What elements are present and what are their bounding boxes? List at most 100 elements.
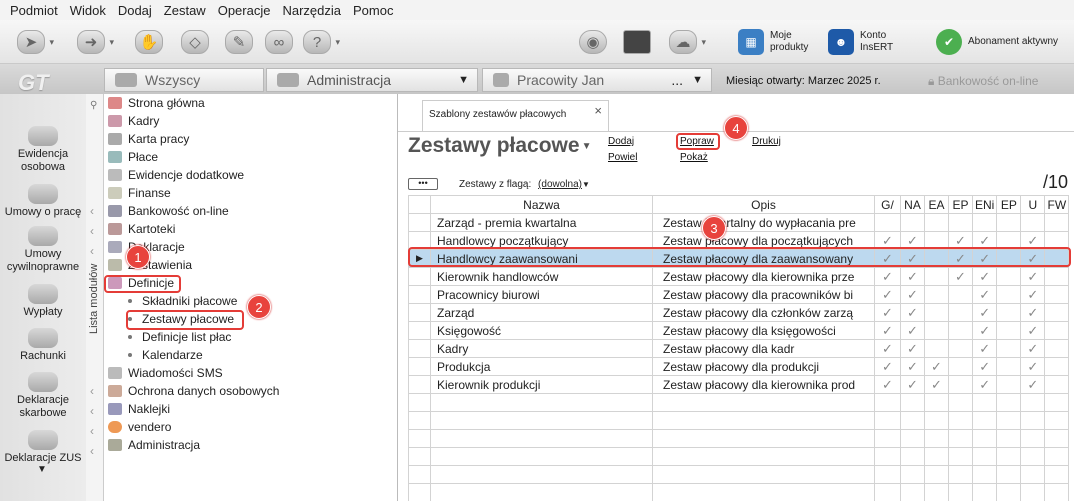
tab-pracownik[interactable]: Pracowity Jan... ▼ — [482, 68, 712, 92]
document-tab[interactable]: Szablony zestawów płacowych × — [422, 100, 609, 132]
bankowosc-online[interactable]: 🔒︎ Bankowość on-line — [928, 74, 1038, 89]
pokaz-link[interactable]: Pokaż — [680, 152, 708, 163]
cell-flag[interactable] — [1044, 303, 1070, 322]
check-icon[interactable]: ✓ — [900, 339, 925, 358]
check-icon[interactable]: ✓ — [948, 267, 973, 286]
cell-flag[interactable] — [1044, 285, 1070, 304]
cell-flag[interactable] — [924, 267, 949, 286]
menu-narzedzia[interactable]: Narzędzia — [282, 3, 341, 18]
cell-flag[interactable] — [996, 357, 1022, 376]
cell-flag[interactable] — [971, 213, 998, 232]
check-icon[interactable]: ✓ — [874, 285, 901, 304]
nav-ewidencja-osobowa[interactable]: Ewidencja osobowa — [0, 126, 86, 174]
menu-operacje[interactable]: Operacje — [218, 3, 271, 18]
cloud-icon[interactable]: ☁ ▾ — [666, 27, 706, 57]
table-row[interactable]: Zarząd - premia kwartalna Zestaw kwartaln… — [408, 213, 1070, 232]
nav-deklaracje-skarbowe[interactable]: Deklaracje skarbowe — [0, 372, 86, 420]
column-header[interactable]: FW — [1044, 195, 1070, 214]
chevron-left-icon[interactable]: ‹ — [90, 384, 94, 398]
modules-collapse-bar[interactable]: ‹ ‹ ‹ Lista modułów ‹ ‹ ‹ ‹ — [86, 94, 104, 501]
cell-flag[interactable] — [996, 303, 1022, 322]
cell-flag[interactable] — [948, 357, 973, 376]
check-icon[interactable]: ✓ — [1020, 375, 1046, 394]
cell-flag[interactable] — [1044, 213, 1070, 232]
chevron-left-icon[interactable]: ‹ — [90, 444, 94, 458]
column-header[interactable]: Nazwa — [430, 195, 653, 214]
cell-flag[interactable] — [1044, 357, 1070, 376]
tree-kadry[interactable]: Kadry — [108, 112, 159, 130]
cell-flag[interactable] — [948, 285, 973, 304]
menu-dodaj[interactable]: Dodaj — [118, 3, 152, 18]
cell-nazwa[interactable]: Kierownik produkcji — [430, 375, 653, 394]
check-icon[interactable]: ✓ — [971, 267, 998, 286]
cell-flag[interactable] — [996, 375, 1022, 394]
check-icon[interactable]: ✓ — [1020, 339, 1046, 358]
cell-flag[interactable] — [996, 213, 1022, 232]
tree-ewidencje-dodatkowe[interactable]: Ewidencje dodatkowe — [108, 166, 244, 184]
table-row[interactable]: Zarząd Zestaw płacowy dla członków zarzą ✓… — [408, 303, 1070, 322]
check-icon[interactable]: ✓ — [1020, 267, 1046, 286]
tree-skladniki-placowe[interactable]: Składniki płacowe — [128, 292, 237, 310]
globe-icon[interactable]: ◉ — [576, 27, 610, 57]
pin-icon[interactable]: ⚲ — [90, 100, 97, 111]
menu-podmiot[interactable]: Podmiot — [10, 3, 58, 18]
cell-opis[interactable]: Zestaw płacowy dla członków zarzą — [652, 303, 875, 322]
check-icon[interactable]: ✓ — [1020, 321, 1046, 340]
page-title[interactable]: Zestawy płacowe ▼ — [408, 134, 591, 158]
cell-flag[interactable] — [948, 339, 973, 358]
link-icon[interactable]: ∞ — [262, 27, 296, 57]
tree-karta-pracy[interactable]: Karta pracy — [108, 130, 189, 148]
help-icon[interactable]: ? ▾ — [300, 27, 340, 57]
check-icon[interactable]: ✓ — [1020, 357, 1046, 376]
nav-wyplaty[interactable]: Wypłaty — [0, 284, 86, 319]
tree-naklejki[interactable]: Naklejki — [108, 400, 170, 418]
check-icon[interactable]: ✓ — [874, 267, 901, 286]
drukuj-link[interactable]: Drukuj — [752, 136, 781, 147]
check-icon[interactable]: ✓ — [1020, 285, 1046, 304]
check-icon[interactable]: ✓ — [971, 303, 998, 322]
check-icon[interactable]: ✓ — [874, 321, 901, 340]
cell-nazwa[interactable]: Księgowość — [430, 321, 653, 340]
check-icon[interactable]: ✓ — [924, 375, 949, 394]
close-icon[interactable]: × — [594, 103, 602, 118]
cell-flag[interactable] — [1044, 267, 1070, 286]
tree-kartoteki[interactable]: Kartoteki — [108, 220, 175, 238]
chevron-left-icon[interactable]: ‹ — [90, 224, 94, 238]
table-row[interactable]: Kierownik handlowców Zestaw płacowy dla k… — [408, 267, 1070, 286]
cell-opis[interactable]: Zestaw płacowy dla kierownika prze — [652, 267, 875, 286]
check-icon[interactable]: ✓ — [971, 321, 998, 340]
check-icon[interactable]: ✓ — [874, 375, 901, 394]
check-icon[interactable]: ✓ — [971, 375, 998, 394]
cell-opis[interactable]: Zestaw płacowy dla kierownika prod — [652, 375, 875, 394]
cell-flag[interactable] — [996, 267, 1022, 286]
eraser-icon[interactable]: ◇ — [178, 27, 212, 57]
tree-place[interactable]: Płace — [108, 148, 158, 166]
chevron-left-icon[interactable]: ‹ — [90, 204, 94, 218]
menu-widok[interactable]: Widok — [70, 3, 106, 18]
cell-nazwa[interactable]: Zarząd - premia kwartalna — [430, 213, 653, 232]
cell-nazwa[interactable]: Pracownicy biurowi — [430, 285, 653, 304]
cell-opis[interactable]: Zestaw płacowy dla pracowników bi — [652, 285, 875, 304]
column-header[interactable]: EA — [924, 195, 949, 214]
tree-vendero[interactable]: vendero — [108, 418, 171, 436]
check-icon[interactable]: ✓ — [874, 303, 901, 322]
cell-flag[interactable] — [924, 339, 949, 358]
nav-umowy-cywilnoprawne[interactable]: Umowy cywilnoprawne — [0, 226, 86, 274]
cell-flag[interactable] — [996, 339, 1022, 358]
hand-icon[interactable]: ✋ — [132, 27, 166, 57]
column-header[interactable]: G/ — [874, 195, 901, 214]
check-icon[interactable]: ✓ — [924, 357, 949, 376]
cell-flag[interactable] — [948, 375, 973, 394]
cursor-icon[interactable]: ➤ ▾ — [14, 27, 54, 57]
flag-select[interactable]: (dowolna) — [538, 179, 582, 190]
cell-flag[interactable] — [1020, 213, 1046, 232]
chevron-down-icon[interactable]: ▼ — [582, 180, 590, 189]
cell-flag[interactable] — [924, 285, 949, 304]
column-header[interactable]: U — [1020, 195, 1046, 214]
forward-icon[interactable]: ➜ ▾ — [74, 27, 114, 57]
cell-flag[interactable] — [1044, 321, 1070, 340]
cell-nazwa[interactable]: Kierownik handlowców — [430, 267, 653, 286]
check-icon[interactable]: ✓ — [900, 375, 925, 394]
column-header[interactable]: EP — [996, 195, 1022, 214]
cell-flag[interactable] — [948, 213, 973, 232]
